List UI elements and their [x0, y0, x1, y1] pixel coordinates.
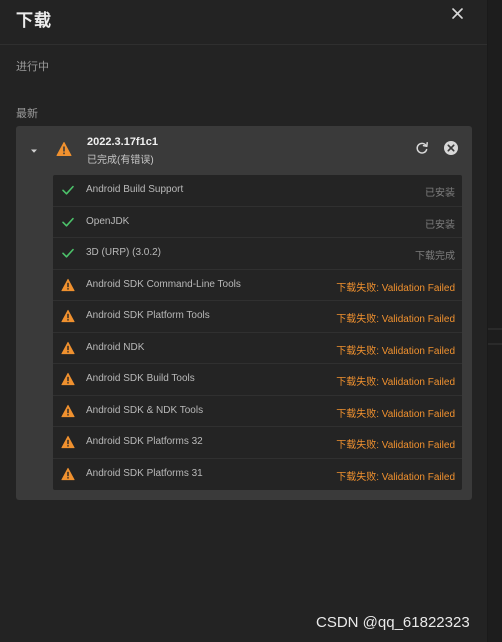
module-name: Android SDK & NDK Tools [86, 404, 204, 416]
checkmark-icon [62, 217, 74, 227]
warning-icon [61, 309, 75, 323]
module-row: Android Build Support 已安装 [53, 175, 462, 207]
row-warning-icon [61, 309, 75, 323]
module-status: 下载完成 [415, 251, 455, 262]
module-row: Android SDK Platforms 32 下载失败: Validation… [53, 427, 462, 459]
module-name: OpenJDK [86, 215, 130, 227]
panel-header: 下载 [0, 0, 487, 45]
warning-icon [61, 467, 75, 480]
row-success-icon [61, 215, 75, 229]
refresh-icon [416, 142, 428, 154]
close-icon [452, 8, 463, 19]
warning-icon [61, 372, 75, 386]
background-strip [488, 0, 502, 642]
section-latest-label: 最新 [16, 108, 38, 120]
module-name: Android SDK Platforms 32 [86, 436, 203, 447]
module-name: 3D (URP) (3.0.2) [86, 247, 162, 258]
module-status: 已安装 [425, 219, 455, 231]
download-group-header: 2022.3.17f1c1 已完成(有错误) [16, 126, 472, 174]
module-row: OpenJDK 已安装 [53, 207, 462, 238]
remove-button[interactable] [443, 140, 459, 156]
module-status: 下载失败: Validation Failed [336, 314, 455, 325]
module-row: 3D (URP) (3.0.2) 下载完成 [53, 238, 462, 270]
module-status: 下载失败: Validation Failed [336, 345, 455, 357]
module-name: Android SDK Command-Line Tools [86, 278, 241, 290]
background-divider [488, 343, 502, 345]
module-list: Android Build Support 已安装 OpenJDK 已安装 3D (UR… [53, 175, 462, 490]
warning-icon [61, 404, 75, 417]
section-in-progress-label: 进行中 [16, 61, 49, 73]
group-status: 已完成(有错误) [87, 155, 154, 166]
module-row: Android SDK Platforms 31 下载失败: Validation… [53, 459, 462, 491]
retry-button[interactable] [414, 140, 430, 156]
warning-icon [61, 341, 75, 354]
module-status: 已安装 [425, 188, 455, 199]
download-group: 2022.3.17f1c1 已完成(有错误) Android Build Sup… [16, 126, 472, 500]
row-warning-icon [61, 341, 75, 355]
remove-circle-icon [444, 141, 458, 155]
module-name: Android NDK [86, 341, 145, 353]
module-status: 下载失败: Validation Failed [336, 408, 455, 420]
row-warning-icon [61, 435, 75, 449]
module-row: Android SDK Build Tools 下载失败: Validation … [53, 364, 462, 396]
warning-icon [61, 435, 75, 449]
row-success-icon [61, 183, 75, 197]
checkmark-icon [62, 248, 74, 258]
module-status: 下载失败: Validation Failed [336, 440, 455, 451]
row-warning-icon [61, 404, 75, 418]
panel-title: 下载 [16, 11, 52, 30]
editor-version: 2022.3.17f1c1 [87, 136, 158, 148]
row-warning-icon [61, 467, 75, 481]
module-row: Android SDK Command-Line Tools 下载失败: Vali… [53, 270, 462, 301]
warning-icon [56, 142, 72, 156]
close-button[interactable] [448, 4, 468, 24]
module-name: Android SDK Platform Tools [86, 310, 210, 321]
watermark: CSDN @qq_61822323 [316, 614, 470, 631]
background-divider [488, 328, 502, 330]
checkmark-icon [62, 185, 74, 195]
group-warning-icon [56, 141, 72, 157]
module-row: Android SDK Platform Tools 下载失败: Validati… [53, 301, 462, 333]
row-success-icon [61, 246, 75, 260]
module-name: Android SDK Platforms 31 [86, 467, 203, 479]
module-status: 下载失败: Validation Failed [336, 471, 455, 483]
downloads-panel: 下载 进行中 最新 2022.3.17f1c1 已完成(有错误) Android… [0, 0, 488, 642]
expand-toggle[interactable] [29, 143, 39, 153]
module-row: Android SDK & NDK Tools 下载失败: Validation … [53, 396, 462, 427]
module-name: Android Build Support [86, 184, 184, 195]
row-warning-icon [61, 372, 75, 386]
module-status: 下载失败: Validation Failed [336, 282, 455, 294]
module-status: 下载失败: Validation Failed [336, 377, 455, 388]
warning-icon [61, 278, 75, 291]
row-warning-icon [61, 278, 75, 292]
chevron-down-icon [31, 149, 37, 153]
module-row: Android NDK 下载失败: Validation Failed [53, 333, 462, 364]
module-name: Android SDK Build Tools [86, 373, 195, 384]
